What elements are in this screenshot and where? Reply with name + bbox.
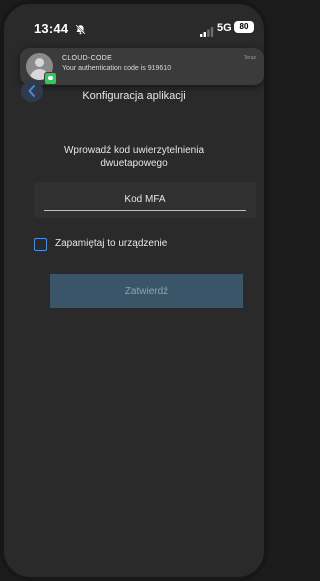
mfa-field-container: [34, 182, 256, 218]
confirm-button[interactable]: Zatwierdź: [50, 274, 243, 308]
remember-device-checkbox[interactable]: [34, 238, 47, 251]
status-bar: 13:44 5G 80: [4, 4, 264, 44]
phone-frame: 13:44 5G 80 CLOUD-CODE Your authenticati…: [0, 0, 268, 581]
battery-icon: 80: [234, 21, 254, 33]
mfa-prompt: Wprowadź kod uwierzytelnienia dwuetapowe…: [63, 145, 205, 169]
status-time: 13:44: [34, 21, 69, 36]
message-badge-icon: [44, 72, 57, 85]
signal-bars-icon: [200, 24, 214, 37]
network-type: 5G: [217, 22, 232, 34]
mfa-code-input[interactable]: [44, 188, 246, 211]
notification-message: Your authentication code is 919610: [62, 65, 172, 72]
page-title: Konfiguracja aplikacji: [82, 90, 186, 102]
screen: 13:44 5G 80 CLOUD-CODE Your authenticati…: [4, 4, 264, 577]
notification-banner[interactable]: CLOUD-CODE Your authentication code is 9…: [20, 48, 264, 85]
bell-slash-icon: [75, 22, 86, 35]
notification-time: Teraz: [243, 55, 256, 61]
remember-device-label[interactable]: Zapamiętaj to urządzenie: [55, 238, 167, 249]
notification-app-name: CLOUD-CODE: [62, 55, 113, 62]
